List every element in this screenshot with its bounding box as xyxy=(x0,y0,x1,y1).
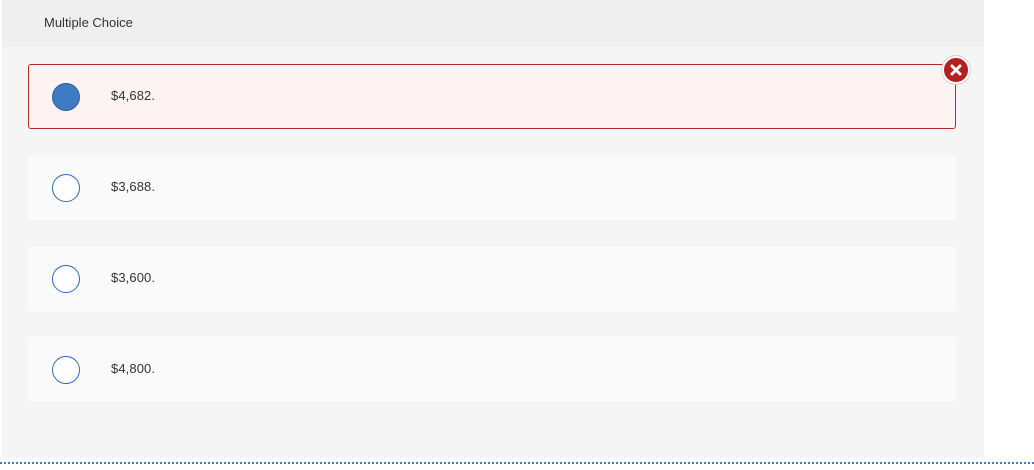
radio-button[interactable] xyxy=(52,265,80,293)
multiple-choice-panel: Multiple Choice $4,682. $3,688. $3,600. … xyxy=(2,0,984,458)
close-circle-icon xyxy=(942,56,970,84)
question-type-label: Multiple Choice xyxy=(44,15,133,30)
answer-option-1[interactable]: $4,682. xyxy=(28,64,956,129)
radio-button[interactable] xyxy=(52,356,80,384)
answer-option-label: $4,682. xyxy=(111,88,156,103)
answer-option-3[interactable]: $3,600. xyxy=(28,246,956,311)
answer-option-label: $3,688. xyxy=(111,179,156,194)
answer-option-4[interactable]: $4,800. xyxy=(28,337,956,402)
question-header: Multiple Choice xyxy=(2,0,984,47)
answer-option-2[interactable]: $3,688. xyxy=(28,155,956,220)
radio-button[interactable] xyxy=(52,174,80,202)
radio-button-selected[interactable] xyxy=(52,83,80,111)
answer-option-label: $3,600. xyxy=(111,270,156,285)
answer-option-label: $4,800. xyxy=(111,361,156,376)
dotted-divider xyxy=(0,462,1034,464)
